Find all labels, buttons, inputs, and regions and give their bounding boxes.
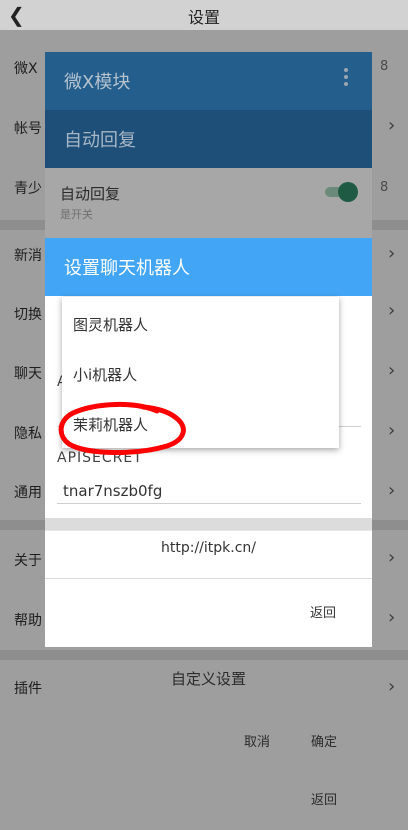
more-vertical-icon[interactable] <box>342 66 350 88</box>
module-dialog-title: 微X模块 <box>64 72 131 93</box>
return-button-bottom[interactable]: 返回 <box>311 789 337 808</box>
version-fragment: 8 <box>380 180 389 195</box>
chevron-right-icon: › <box>388 607 396 628</box>
page-title: 设置 <box>187 8 220 27</box>
chevron-right-icon: › <box>388 243 396 264</box>
settings-item-plugin[interactable]: 插件 <box>14 678 42 698</box>
chevron-right-icon: › <box>388 547 396 568</box>
cancel-button[interactable]: 取消 <box>244 731 270 750</box>
section-divider <box>0 650 408 660</box>
confirm-button[interactable]: 确定 <box>311 731 337 750</box>
return-button[interactable]: 返回 <box>310 602 336 621</box>
auto-reply-sublabel: 是开关 <box>60 208 93 221</box>
chevron-right-icon: › <box>388 420 396 441</box>
bot-url-link[interactable]: http://itpk.cn/ <box>45 540 372 556</box>
option-xiaoi-bot[interactable]: 小i机器人 <box>73 364 137 385</box>
chat-bot-dialog-title: 设置聊天机器人 <box>64 258 190 279</box>
settings-item-privacy[interactable]: 隐私 <box>14 423 42 443</box>
settings-item-new-message[interactable]: 新消 <box>14 245 42 265</box>
chevron-right-icon: › <box>388 480 396 501</box>
settings-item-account[interactable]: 帐号 <box>14 118 42 138</box>
settings-item-wx[interactable]: 微X <box>14 58 38 78</box>
chevron-right-icon: › <box>388 300 396 321</box>
version-fragment: 8 <box>380 59 389 74</box>
settings-item-general[interactable]: 通用 <box>14 482 42 502</box>
chevron-right-icon: › <box>388 360 396 381</box>
auto-reply-toggle[interactable] <box>323 182 358 202</box>
api-secret-input[interactable]: tnar7nszb0fg <box>63 482 162 500</box>
settings-item-switch[interactable]: 切换 <box>14 304 42 324</box>
red-annotation-circle <box>58 402 186 456</box>
chevron-right-icon: › <box>388 115 396 136</box>
api-secret-underline <box>57 503 361 504</box>
dialog-gap <box>45 518 372 530</box>
auto-reply-label: 自动回复 <box>60 185 121 203</box>
settings-item-chat[interactable]: 聊天 <box>14 363 42 383</box>
toggle-knob <box>338 182 358 202</box>
settings-item-help[interactable]: 帮助 <box>14 610 42 630</box>
auto-reply-title: 自动回复 <box>64 130 136 151</box>
custom-settings-title: 自定义设置 <box>170 670 246 688</box>
settings-item-about[interactable]: 关于 <box>14 550 42 570</box>
option-turing-bot[interactable]: 图灵机器人 <box>73 314 148 335</box>
chevron-right-icon: › <box>388 676 396 697</box>
settings-item-teen[interactable]: 青少 <box>14 178 42 198</box>
